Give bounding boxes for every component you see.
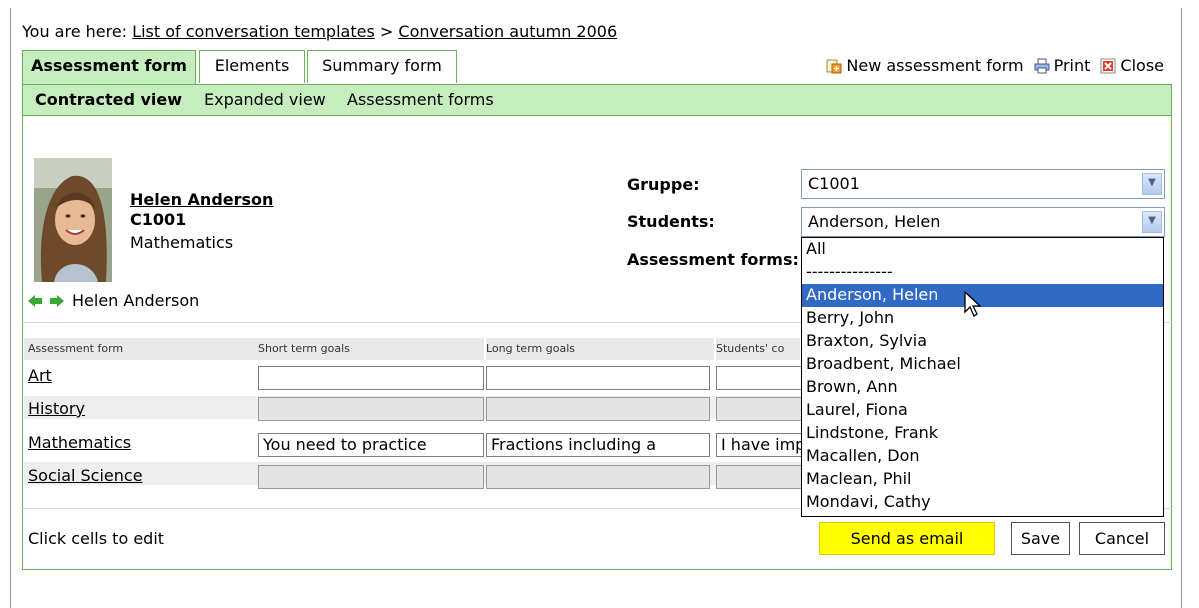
view-toolbar: Contracted view Expanded view Assessment… (22, 84, 1172, 116)
breadcrumb-separator: > (379, 22, 394, 41)
column-header-form: Assessment form (24, 338, 258, 360)
save-button[interactable]: Save (1011, 522, 1070, 555)
mouse-cursor-icon (964, 290, 982, 317)
column-header-long-goals: Long term goals (486, 338, 714, 360)
expanded-view-link[interactable]: Expanded view (204, 90, 326, 109)
student-photo (34, 158, 112, 282)
long-goals-cell[interactable]: Fractions including a (486, 433, 710, 457)
chevron-down-icon[interactable]: ▼ (1142, 173, 1162, 195)
breadcrumb-link-conversation[interactable]: Conversation autumn 2006 (398, 22, 617, 41)
student-comments-cell[interactable] (716, 366, 802, 390)
breadcrumb-prefix: You are here: (22, 22, 128, 41)
group-select-value: C1001 (808, 174, 860, 193)
close-label: Close (1120, 56, 1164, 75)
column-header-short-goals: Short term goals (258, 338, 484, 360)
assessment-forms-link[interactable]: Assessment forms (347, 90, 494, 109)
close-action[interactable]: Close (1100, 56, 1164, 75)
row-label-link[interactable]: Social Science (28, 466, 143, 485)
student-comments-cell[interactable] (716, 465, 802, 489)
cancel-button[interactable]: Cancel (1079, 522, 1165, 555)
dropdown-separator: --------------- (806, 262, 893, 281)
short-goals-cell[interactable] (258, 465, 484, 489)
send-as-email-button[interactable]: Send as email (819, 522, 995, 555)
group-select[interactable]: C1001 ▼ (801, 169, 1165, 199)
row-label-link[interactable]: Art (28, 366, 52, 385)
student-photo-image (34, 158, 112, 282)
dropdown-option[interactable]: Broadbent, Michael (802, 353, 1163, 376)
short-goals-cell[interactable] (258, 397, 484, 421)
short-goals-cell[interactable]: You need to practice (258, 433, 484, 457)
breadcrumb-link-templates[interactable]: List of conversation templates (132, 22, 375, 41)
row-label-link[interactable]: History (28, 399, 85, 418)
tab-assessment-form[interactable]: Assessment form (22, 50, 196, 85)
students-select[interactable]: Anderson, Helen ▼ (801, 207, 1165, 237)
new-form-action[interactable]: New assessment form (826, 56, 1024, 75)
student-name-link[interactable]: Helen Anderson (130, 190, 273, 209)
print-action[interactable]: Print (1034, 56, 1091, 75)
breadcrumb: You are here: List of conversation templ… (22, 22, 617, 41)
dropdown-option[interactable]: Mondavi, Cathy (802, 491, 1163, 514)
print-label: Print (1053, 56, 1091, 75)
close-icon (1100, 58, 1116, 73)
column-header-student-comments: Students' co (716, 338, 800, 360)
print-icon (1034, 58, 1050, 73)
students-select-value: Anderson, Helen (808, 212, 941, 231)
dropdown-option[interactable]: Brown, Ann (802, 376, 1163, 399)
student-comments-cell[interactable] (716, 397, 802, 421)
tab-summary-form[interactable]: Summary form (307, 50, 457, 83)
long-goals-cell[interactable] (486, 465, 710, 489)
long-goals-cell[interactable] (486, 397, 710, 421)
dropdown-option[interactable]: Laurel, Fiona (802, 399, 1163, 422)
students-dropdown-list: All --------------- Anderson, Helen Berr… (801, 237, 1164, 517)
dropdown-option[interactable]: Maclean, Phil (802, 468, 1163, 491)
dropdown-option[interactable]: Lindstone, Frank (802, 422, 1163, 445)
students-label: Students: (627, 212, 715, 231)
edit-hint: Click cells to edit (28, 529, 165, 548)
student-navigation: Helen Anderson (28, 291, 199, 310)
row-label-link[interactable]: Mathematics (28, 433, 131, 452)
new-form-icon (826, 59, 842, 73)
student-comments-cell[interactable]: I have imp (716, 433, 802, 457)
contracted-view-link[interactable]: Contracted view (35, 90, 182, 109)
group-label: Gruppe: (627, 175, 700, 194)
new-form-label: New assessment form (846, 56, 1024, 75)
long-goals-cell[interactable] (486, 366, 710, 390)
student-nav-label: Helen Anderson (72, 291, 200, 310)
student-group: C1001 (130, 210, 187, 229)
chevron-down-icon[interactable]: ▼ (1142, 211, 1162, 233)
dropdown-option[interactable]: Macallen, Don (802, 445, 1163, 468)
short-goals-cell[interactable] (258, 366, 484, 390)
next-arrow-icon[interactable] (50, 294, 64, 307)
assessment-forms-label: Assessment forms: (627, 250, 799, 269)
top-actions: New assessment form Print Close (826, 56, 1164, 75)
tab-elements[interactable]: Elements (199, 50, 305, 83)
previous-arrow-icon[interactable] (28, 294, 42, 307)
dropdown-option[interactable]: Braxton, Sylvia (802, 330, 1163, 353)
student-subject: Mathematics (130, 233, 234, 252)
dropdown-option[interactable]: All (802, 238, 1163, 261)
